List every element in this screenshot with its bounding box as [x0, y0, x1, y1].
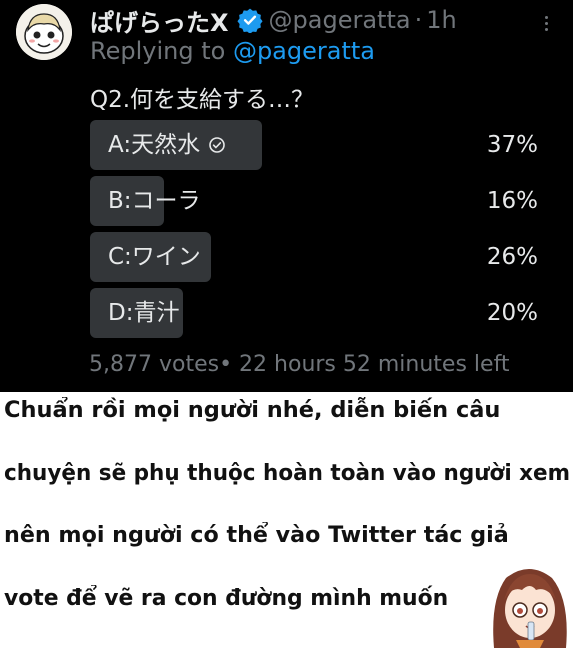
time-left: 22 hours 52 minutes left — [232, 352, 510, 377]
poll-option-text: B:コーラ — [108, 188, 201, 214]
avatar[interactable] — [16, 4, 72, 60]
vote-count: 5,877 votes — [89, 352, 220, 377]
poll-option-text: A:天然水 — [108, 132, 201, 158]
poll: A:天然水 37% B:コーラ 16% C:ワイン 26% D:青汁 20% — [90, 120, 540, 344]
poll-option-a[interactable]: A:天然水 37% — [90, 120, 540, 170]
anime-girl-sticker — [486, 560, 573, 648]
replying-to: Replying to @pageratta — [90, 37, 375, 65]
replying-handle-link[interactable]: @pageratta — [233, 37, 375, 65]
poll-option-text: D:青汁 — [108, 300, 180, 326]
poll-option-percent: 20% — [486, 300, 538, 326]
poll-option-d[interactable]: D:青汁 20% — [90, 288, 540, 338]
poll-option-label: C:ワイン — [108, 232, 201, 282]
caption-line: nên mọi người có thể vào Twitter tác giả — [4, 523, 509, 548]
poll-meta: 5,877 votes• 22 hours 52 minutes left — [89, 352, 510, 377]
timestamp[interactable]: 1h — [426, 6, 456, 34]
separator: · — [414, 6, 423, 34]
caption-line: chuyện sẽ phụ thuộc hoàn toàn vào người … — [4, 461, 571, 486]
meta-bullet: • — [219, 352, 233, 377]
caption-line: Chuẩn rồi mọi người nhé, diễn biến câu — [4, 398, 501, 423]
poll-option-label: A:天然水 — [108, 120, 226, 170]
poll-option-b[interactable]: B:コーラ 16% — [90, 176, 540, 226]
tweet-header: ぱげらったX @pageratta · 1h — [90, 3, 457, 37]
poll-option-c[interactable]: C:ワイン 26% — [90, 232, 540, 282]
poll-option-percent: 16% — [486, 188, 538, 214]
poll-option-percent: 37% — [486, 132, 538, 158]
poll-option-label: D:青汁 — [108, 288, 179, 338]
more-options-icon[interactable] — [536, 10, 556, 36]
tweet-text: Q2.何を支給する…？ — [90, 87, 315, 113]
verified-badge-icon — [236, 7, 263, 33]
check-circle-icon — [208, 136, 226, 154]
poll-option-text: C:ワイン — [108, 244, 201, 270]
caption-line: vote để vẽ ra con đường mình muốn — [4, 586, 449, 611]
display-name[interactable]: ぱげらったX — [90, 3, 229, 38]
user-handle[interactable]: @pageratta — [269, 6, 411, 34]
replying-prefix: Replying to — [90, 37, 233, 65]
poll-option-label: B:コーラ — [108, 176, 201, 226]
poll-option-percent: 26% — [486, 244, 538, 270]
tweet-card: ぱげらったX @pageratta · 1h Replying to @page… — [0, 0, 573, 392]
